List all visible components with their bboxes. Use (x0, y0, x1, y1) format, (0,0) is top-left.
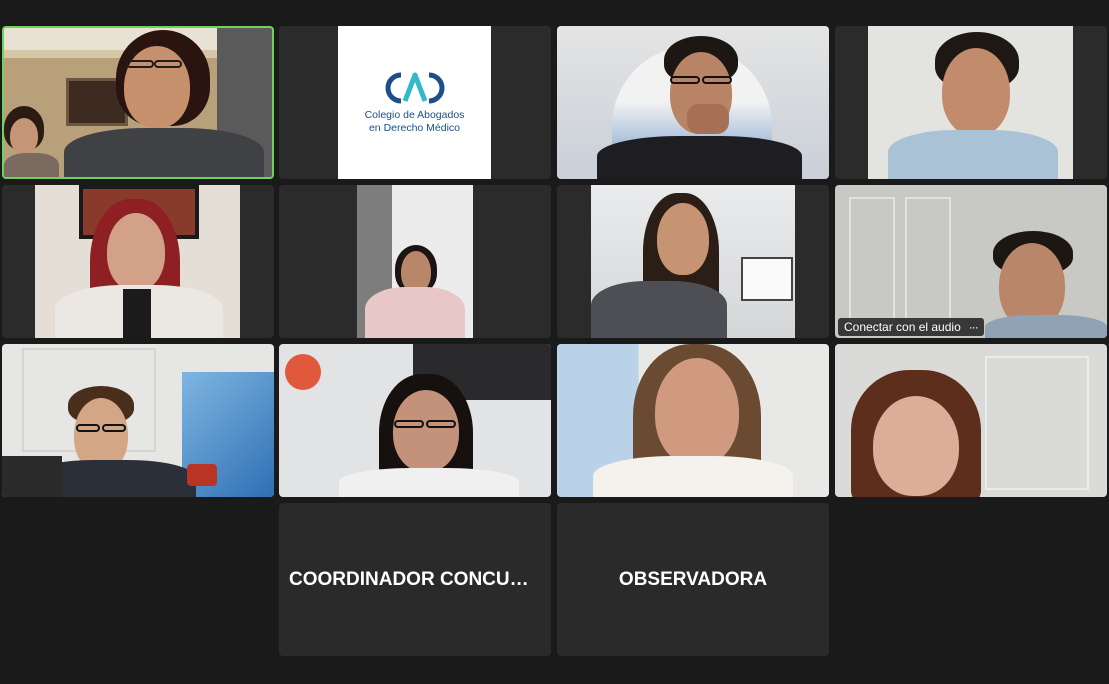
video-feed (557, 344, 829, 497)
video-feed (835, 185, 1107, 338)
connect-audio-badge[interactable]: Conectar con el audio ··· (838, 318, 984, 336)
video-feed (279, 344, 551, 497)
participant-tile-13[interactable]: COORDINADOR CONCURSO (279, 503, 551, 656)
participant-tile-8[interactable]: Conectar con el audio ··· (835, 185, 1107, 338)
video-feed (868, 26, 1073, 179)
organization-logo: Colegio de Abogados en Derecho Médico (338, 26, 491, 179)
video-feed (557, 26, 829, 179)
video-feed (4, 28, 272, 177)
participant-tile-12[interactable] (835, 344, 1107, 497)
participant-tile-5[interactable] (2, 185, 274, 338)
participant-name: COORDINADOR CONCURSO (289, 568, 551, 590)
cad-logo-icon (385, 72, 444, 103)
participant-tile-4[interactable] (835, 26, 1107, 179)
participant-tile-10[interactable] (279, 344, 551, 497)
logo-line-1: Colegio de Abogados (364, 108, 465, 121)
video-feed (591, 185, 795, 338)
participant-tile-14[interactable]: OBSERVADORA (557, 503, 829, 656)
participant-name: OBSERVADORA (618, 568, 768, 590)
video-feed (835, 344, 1107, 497)
participant-tile-6[interactable] (279, 185, 551, 338)
video-feed (2, 344, 274, 497)
video-feed (35, 185, 240, 338)
participant-tile-2[interactable]: Colegio de Abogados en Derecho Médico (279, 26, 551, 179)
video-feed (357, 185, 473, 338)
participant-tile-9[interactable] (2, 344, 274, 497)
connect-audio-label: Conectar con el audio (844, 320, 961, 334)
participant-tile-11[interactable] (557, 344, 829, 497)
participant-tile-7[interactable] (557, 185, 829, 338)
participant-tile-3[interactable] (557, 26, 829, 179)
more-options-icon[interactable]: ··· (969, 320, 979, 334)
logo-line-2: en Derecho Médico (368, 121, 461, 134)
participant-tile-1[interactable] (2, 26, 274, 179)
